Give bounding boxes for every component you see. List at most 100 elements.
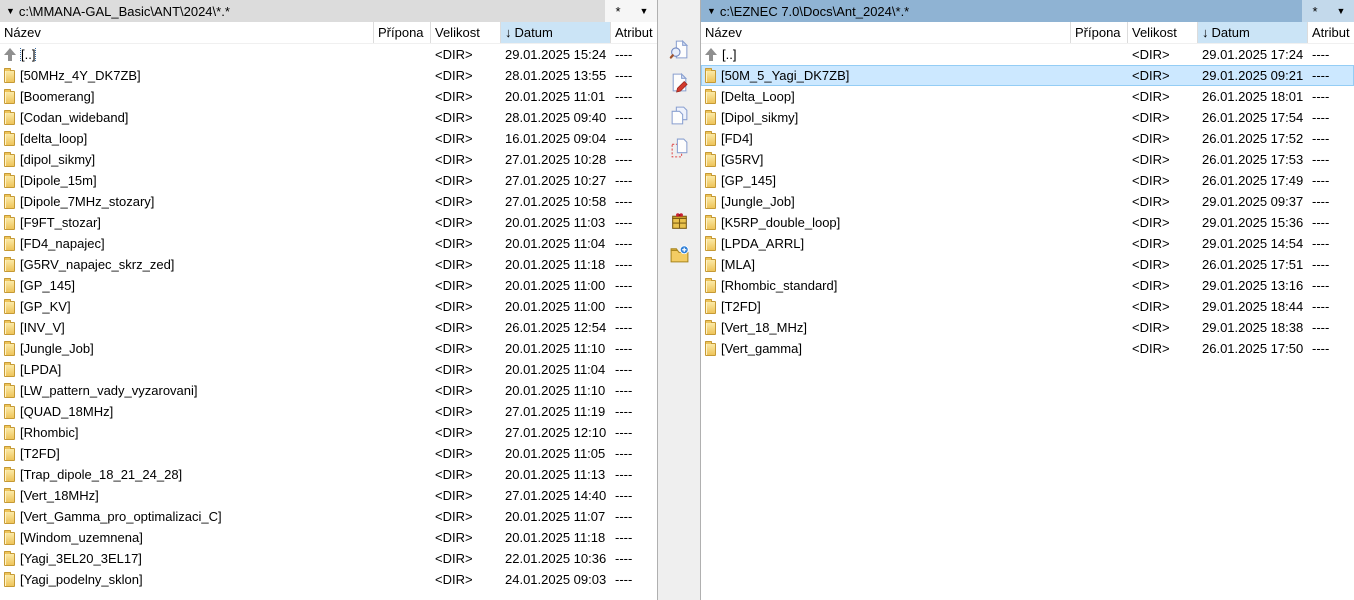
file-row[interactable]: [Jungle_Job]<DIR>20.01.2025 11:10---- bbox=[0, 338, 657, 359]
file-name: [50MHz_4Y_DK7ZB] bbox=[20, 68, 141, 83]
file-row[interactable]: [QUAD_18MHz]<DIR>27.01.2025 11:19---- bbox=[0, 401, 657, 422]
file-row[interactable]: [delta_loop]<DIR>16.01.2025 09:04---- bbox=[0, 128, 657, 149]
file-row[interactable]: [Jungle_Job]<DIR>29.01.2025 09:37---- bbox=[701, 191, 1354, 212]
file-date: 29.01.2025 18:38 bbox=[1198, 320, 1308, 335]
file-row[interactable]: [G5RV]<DIR>26.01.2025 17:53---- bbox=[701, 149, 1354, 170]
file-row[interactable]: [Boomerang]<DIR>20.01.2025 11:01---- bbox=[0, 86, 657, 107]
file-row[interactable]: [50MHz_4Y_DK7ZB]<DIR>28.01.2025 13:55---… bbox=[0, 65, 657, 86]
folder-icon bbox=[4, 385, 15, 398]
folder-icon bbox=[705, 154, 716, 167]
file-row[interactable]: [50M_5_Yagi_DK7ZB]<DIR>29.01.2025 09:21-… bbox=[701, 65, 1354, 86]
file-row[interactable]: [FD4]<DIR>26.01.2025 17:52---- bbox=[701, 128, 1354, 149]
path-caret-icon[interactable]: ▼ bbox=[707, 7, 716, 16]
right-filter-button[interactable]: * bbox=[1302, 0, 1328, 22]
new-folder-icon[interactable] bbox=[666, 241, 692, 267]
file-row[interactable]: [LPDA_ARRL]<DIR>29.01.2025 14:54---- bbox=[701, 233, 1354, 254]
file-name-cell: [Trap_dipole_18_21_24_28] bbox=[0, 467, 374, 482]
file-row[interactable]: [GP_KV]<DIR>20.01.2025 11:00---- bbox=[0, 296, 657, 317]
left-path[interactable]: ▼ c:\MMANA-GAL_Basic\ANT\2024\*.* bbox=[0, 0, 605, 22]
file-row[interactable]: [Yagi_3EL20_3EL17]<DIR>22.01.2025 10:36-… bbox=[0, 548, 657, 569]
file-name-cell: [Rhombic] bbox=[0, 425, 374, 440]
right-path-dropdown-button[interactable]: ▼ bbox=[1328, 0, 1354, 22]
file-name-cell: [Dipol_sikmy] bbox=[701, 110, 1071, 125]
file-date: 29.01.2025 09:21 bbox=[1198, 68, 1308, 83]
file-row[interactable]: [Windom_uzemnena]<DIR>20.01.2025 11:18--… bbox=[0, 527, 657, 548]
column-header-date[interactable]: ↓ Datum bbox=[501, 22, 611, 43]
file-date: 29.01.2025 14:54 bbox=[1198, 236, 1308, 251]
file-attr: ---- bbox=[611, 194, 657, 209]
left-path-bar[interactable]: ▼ c:\MMANA-GAL_Basic\ANT\2024\*.* * ▼ bbox=[0, 0, 657, 22]
file-row[interactable]: [Vert_18MHz]<DIR>27.01.2025 14:40---- bbox=[0, 485, 657, 506]
file-row[interactable]: [GP_145]<DIR>26.01.2025 17:49---- bbox=[701, 170, 1354, 191]
file-attr: ---- bbox=[1308, 194, 1354, 209]
file-row[interactable]: [Codan_wideband]<DIR>28.01.2025 09:40---… bbox=[0, 107, 657, 128]
file-row[interactable]: [INV_V]<DIR>26.01.2025 12:54---- bbox=[0, 317, 657, 338]
file-name-cell: [50M_5_Yagi_DK7ZB] bbox=[701, 68, 1071, 83]
left-column-headers: Název Přípona Velikost ↓ Datum Atribut bbox=[0, 22, 657, 44]
left-path-dropdown-button[interactable]: ▼ bbox=[631, 0, 657, 22]
column-header-name[interactable]: Název bbox=[701, 22, 1071, 43]
file-row[interactable]: [F9FT_stozar]<DIR>20.01.2025 11:03---- bbox=[0, 212, 657, 233]
file-row[interactable]: [T2FD]<DIR>29.01.2025 18:44---- bbox=[701, 296, 1354, 317]
file-date: 20.01.2025 11:05 bbox=[501, 446, 611, 461]
file-row[interactable]: [..]<DIR>29.01.2025 17:24---- bbox=[701, 44, 1354, 65]
file-row[interactable]: [Delta_Loop]<DIR>26.01.2025 18:01---- bbox=[701, 86, 1354, 107]
folder-icon bbox=[4, 91, 15, 104]
file-name-cell: [GP_KV] bbox=[0, 299, 374, 314]
move-icon[interactable] bbox=[666, 135, 692, 161]
right-path-bar-active[interactable]: ▼ c:\EZNEC 7.0\Docs\Ant_2024\*.* * ▼ bbox=[701, 0, 1354, 22]
file-name: [Dipol_sikmy] bbox=[721, 110, 798, 125]
file-row[interactable]: [Yagi_podelny_sklon]<DIR>24.01.2025 09:0… bbox=[0, 569, 657, 590]
column-header-attr[interactable]: Atribut bbox=[1308, 22, 1354, 43]
file-row[interactable]: [..]<DIR>29.01.2025 15:24---- bbox=[0, 44, 657, 65]
copy-icon[interactable] bbox=[666, 102, 692, 128]
column-header-ext[interactable]: Přípona bbox=[1071, 22, 1128, 43]
file-row[interactable]: [Dipol_sikmy]<DIR>26.01.2025 17:54---- bbox=[701, 107, 1354, 128]
file-attr: ---- bbox=[611, 383, 657, 398]
file-attr: ---- bbox=[611, 530, 657, 545]
file-size: <DIR> bbox=[431, 278, 501, 293]
file-row[interactable]: [LW_pattern_vady_vyzarovani]<DIR>20.01.2… bbox=[0, 380, 657, 401]
pack-icon[interactable] bbox=[666, 208, 692, 234]
file-row[interactable]: [GP_145]<DIR>20.01.2025 11:00---- bbox=[0, 275, 657, 296]
column-header-name[interactable]: Název bbox=[0, 22, 374, 43]
left-filter-button[interactable]: * bbox=[605, 0, 631, 22]
file-row[interactable]: [MLA]<DIR>26.01.2025 17:51---- bbox=[701, 254, 1354, 275]
path-caret-icon[interactable]: ▼ bbox=[6, 7, 15, 16]
file-row[interactable]: [Vert_Gamma_pro_optimalizaci_C]<DIR>20.0… bbox=[0, 506, 657, 527]
file-date: 29.01.2025 09:37 bbox=[1198, 194, 1308, 209]
file-date: 29.01.2025 13:16 bbox=[1198, 278, 1308, 293]
file-row[interactable]: [Vert_18_MHz]<DIR>29.01.2025 18:38---- bbox=[701, 317, 1354, 338]
file-date: 20.01.2025 11:04 bbox=[501, 362, 611, 377]
file-row[interactable]: [FD4_napajec]<DIR>20.01.2025 11:04---- bbox=[0, 233, 657, 254]
file-name-cell: [GP_145] bbox=[701, 173, 1071, 188]
right-path[interactable]: ▼ c:\EZNEC 7.0\Docs\Ant_2024\*.* bbox=[701, 0, 1302, 22]
column-header-size[interactable]: Velikost bbox=[431, 22, 501, 43]
column-header-attr[interactable]: Atribut bbox=[611, 22, 657, 43]
file-attr: ---- bbox=[1308, 47, 1354, 62]
file-row[interactable]: [G5RV_napajec_skrz_zed]<DIR>20.01.2025 1… bbox=[0, 254, 657, 275]
file-row[interactable]: [Trap_dipole_18_21_24_28]<DIR>20.01.2025… bbox=[0, 464, 657, 485]
folder-icon bbox=[705, 91, 716, 104]
file-name: [..] bbox=[722, 47, 736, 62]
file-row[interactable]: [dipol_sikmy]<DIR>27.01.2025 10:28---- bbox=[0, 149, 657, 170]
file-row[interactable]: [LPDA]<DIR>20.01.2025 11:04---- bbox=[0, 359, 657, 380]
file-row[interactable]: [Dipole_15m]<DIR>27.01.2025 10:27---- bbox=[0, 170, 657, 191]
column-header-date[interactable]: ↓ Datum bbox=[1198, 22, 1308, 43]
file-row[interactable]: [Vert_gamma]<DIR>26.01.2025 17:50---- bbox=[701, 338, 1354, 359]
file-row[interactable]: [Rhombic_standard]<DIR>29.01.2025 13:16-… bbox=[701, 275, 1354, 296]
column-header-ext[interactable]: Přípona bbox=[374, 22, 431, 43]
column-header-size[interactable]: Velikost bbox=[1128, 22, 1198, 43]
file-attr: ---- bbox=[1308, 257, 1354, 272]
file-row[interactable]: [Rhombic]<DIR>27.01.2025 12:10---- bbox=[0, 422, 657, 443]
file-row[interactable]: [K5RP_double_loop]<DIR>29.01.2025 15:36-… bbox=[701, 212, 1354, 233]
view-icon[interactable] bbox=[666, 36, 692, 62]
file-name-cell: [Dipole_7MHz_stozary] bbox=[0, 194, 374, 209]
file-attr: ---- bbox=[611, 425, 657, 440]
file-row[interactable]: [Dipole_7MHz_stozary]<DIR>27.01.2025 10:… bbox=[0, 191, 657, 212]
file-row[interactable]: [T2FD]<DIR>20.01.2025 11:05---- bbox=[0, 443, 657, 464]
file-date: 26.01.2025 18:01 bbox=[1198, 89, 1308, 104]
edit-icon[interactable] bbox=[666, 69, 692, 95]
column-header-label: Velikost bbox=[435, 25, 480, 40]
column-header-label: Název bbox=[4, 25, 41, 40]
